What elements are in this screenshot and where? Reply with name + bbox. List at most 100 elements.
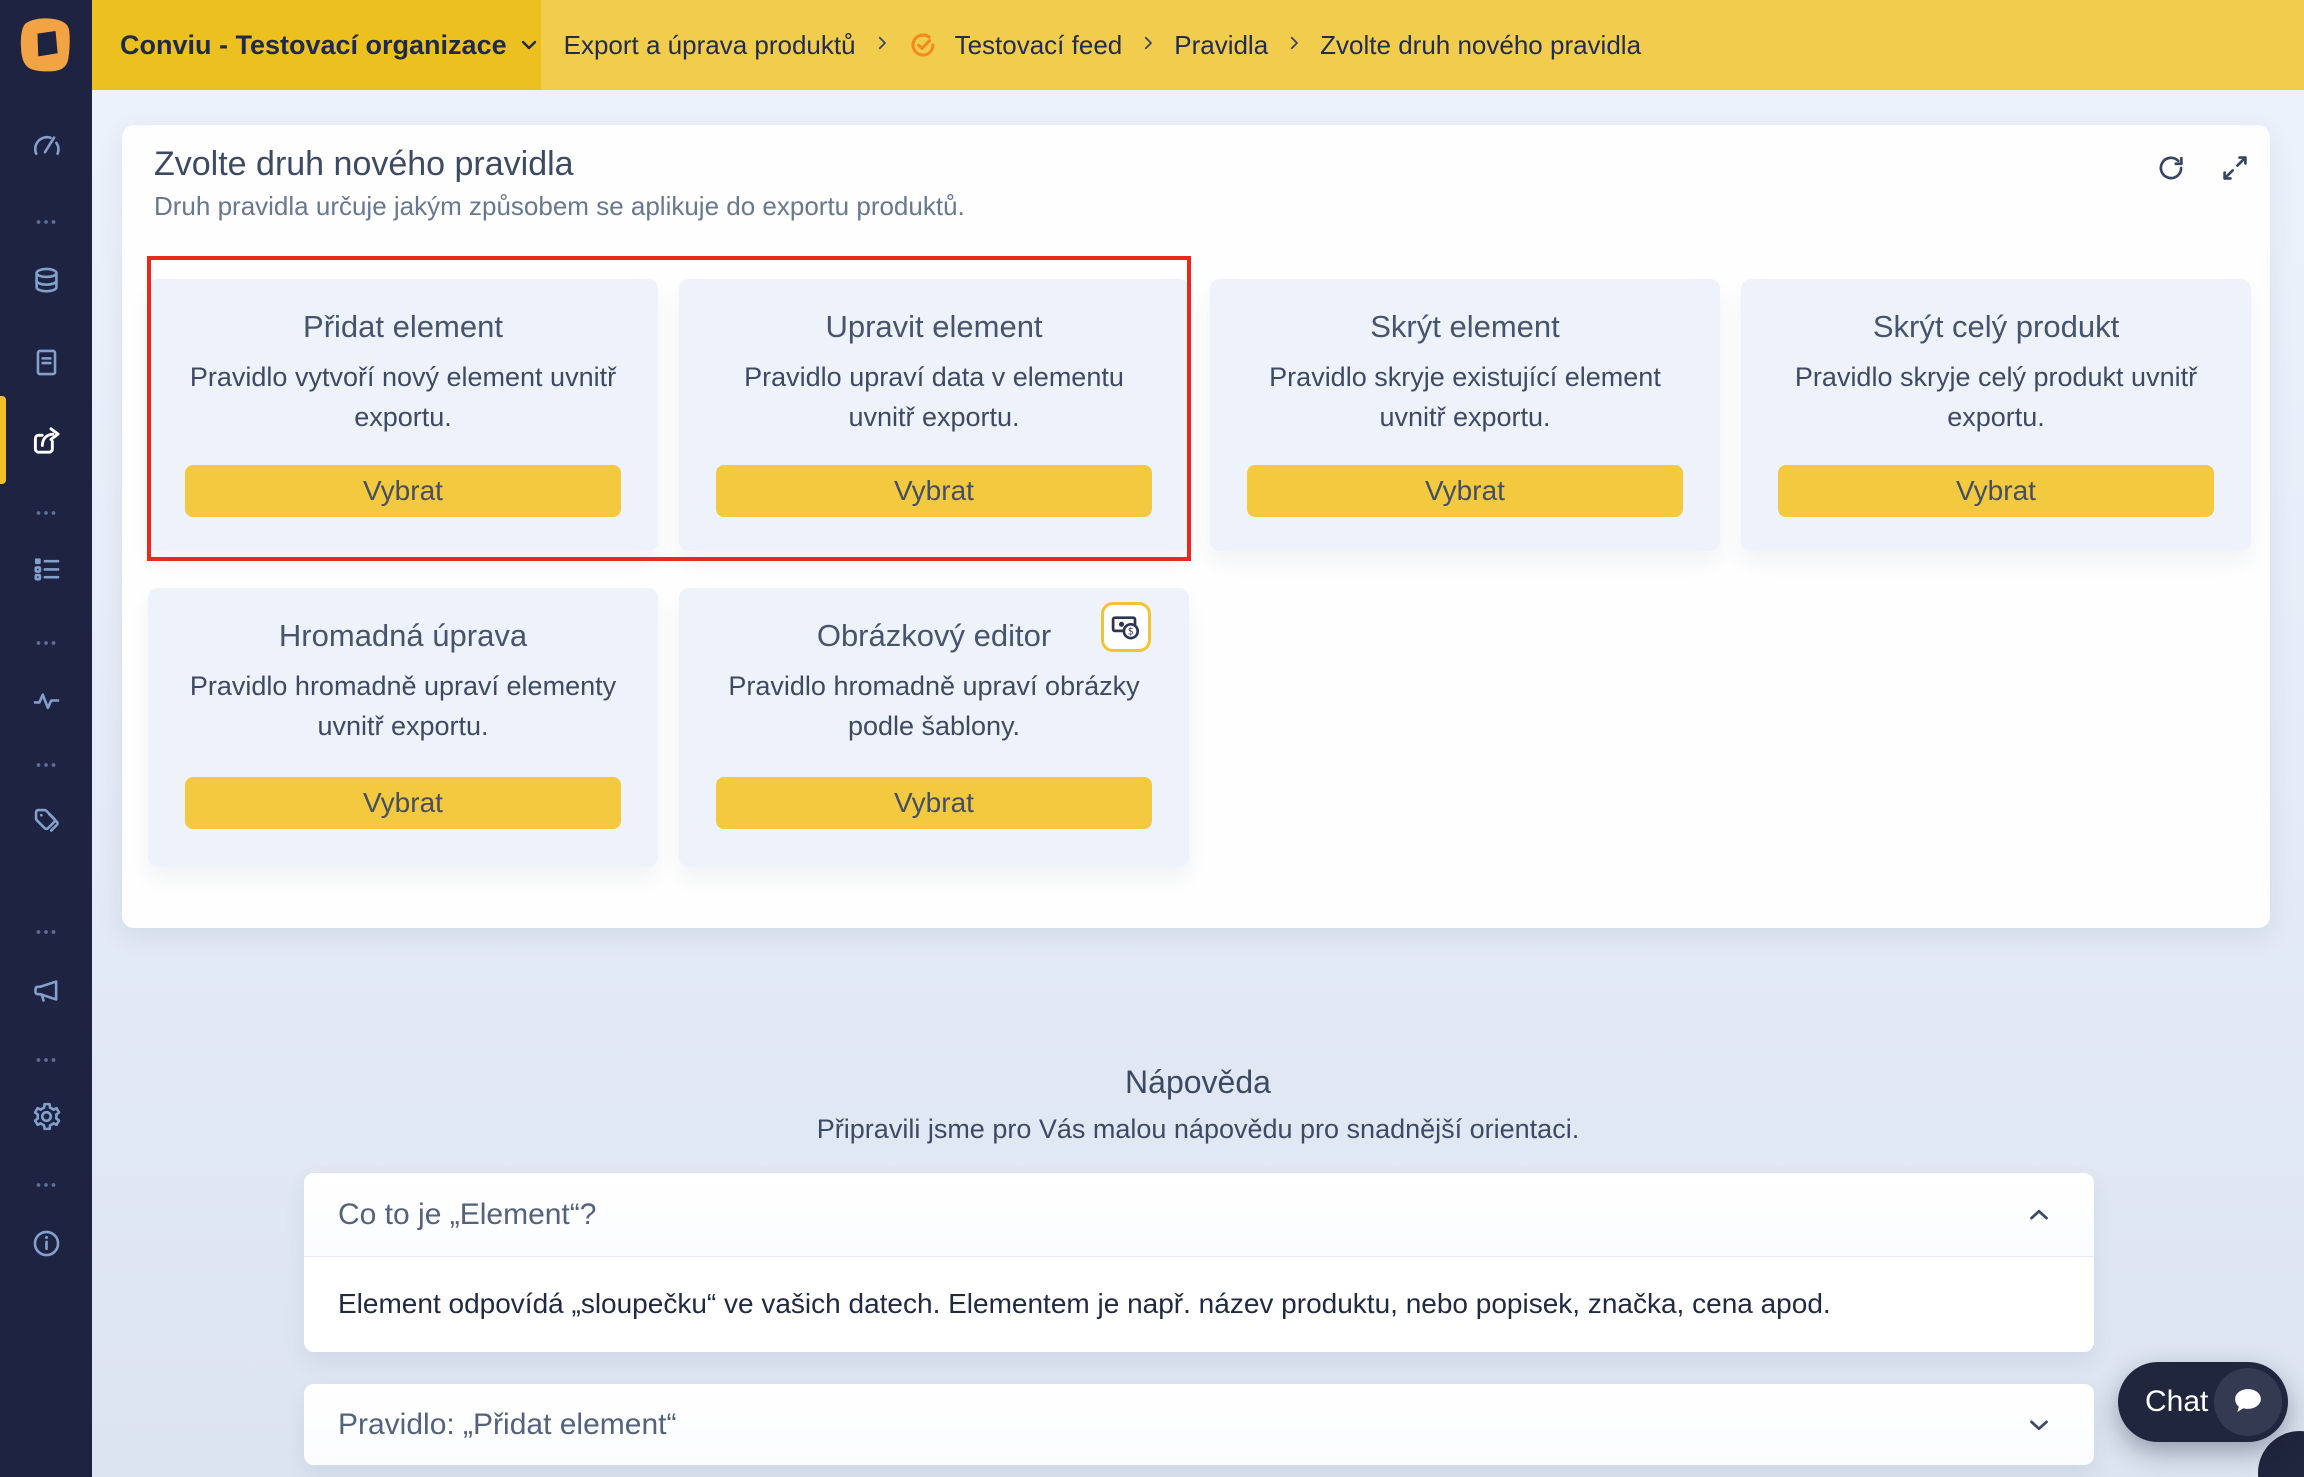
help-title: Nápověda bbox=[92, 1064, 2304, 1101]
page-subtitle: Druh pravidla určuje jakým způsobem se a… bbox=[154, 191, 965, 222]
top-header: Conviu - Testovací organizace Export a ú… bbox=[92, 0, 2304, 90]
money-icon: $ bbox=[1108, 609, 1144, 645]
sidebar-item-reports[interactable] bbox=[22, 338, 70, 386]
chat-bubble-circle bbox=[2214, 1368, 2282, 1436]
vybrat-button-pridat-element[interactable]: Vybrat bbox=[185, 465, 621, 517]
database-icon bbox=[30, 265, 63, 298]
ellipsis-icon bbox=[31, 1170, 61, 1200]
sidebar-active-indicator bbox=[0, 396, 6, 484]
app-root: Conviu - Testovací organizace Export a ú… bbox=[0, 0, 2304, 1477]
sidebar bbox=[0, 0, 92, 1477]
card-title: Obrázkový editor bbox=[817, 618, 1051, 654]
card-description: Pravidlo hromadně upraví obrázky podle š… bbox=[679, 666, 1189, 746]
accordion-rule-pridat-element: Pravidlo: „Přidat element“ bbox=[304, 1384, 2094, 1465]
share-export-icon bbox=[28, 422, 65, 459]
page-title: Zvolte druh nového pravidla bbox=[154, 145, 574, 184]
gauge-icon bbox=[30, 131, 63, 164]
sidebar-group-dots-4 bbox=[22, 741, 70, 789]
sidebar-item-settings[interactable] bbox=[22, 1092, 70, 1140]
sidebar-item-info[interactable] bbox=[22, 1219, 70, 1267]
card-obrazkovy-editor: $ Obrázkový editor Pravidlo hromadně upr… bbox=[679, 588, 1189, 867]
sidebar-group-dots-3 bbox=[22, 619, 70, 667]
rule-type-panel: Zvolte druh nového pravidla Druh pravidl… bbox=[122, 125, 2270, 928]
conviu-logo-icon bbox=[15, 13, 77, 77]
ellipsis-icon bbox=[31, 207, 61, 237]
breadcrumb-item-current: Zvolte druh nového pravidla bbox=[1320, 30, 1641, 61]
breadcrumb-item-export[interactable]: Export a úprava produktů bbox=[564, 30, 856, 61]
conviu-logo[interactable] bbox=[0, 0, 92, 90]
sidebar-item-export[interactable] bbox=[22, 416, 70, 464]
breadcrumb-chevron-icon bbox=[873, 34, 891, 57]
svg-text:$: $ bbox=[1128, 626, 1134, 637]
sidebar-item-announcements[interactable] bbox=[22, 966, 70, 1014]
paid-feature-badge: $ bbox=[1101, 602, 1151, 652]
card-title: Skrýt celý produkt bbox=[1873, 309, 2119, 345]
ellipsis-icon bbox=[31, 750, 61, 780]
vybrat-button-skryt-element[interactable]: Vybrat bbox=[1247, 465, 1683, 517]
card-upravit-element: Upravit element Pravidlo upraví data v e… bbox=[679, 279, 1189, 551]
sidebar-item-dashboard[interactable] bbox=[22, 123, 70, 171]
expand-button[interactable] bbox=[2216, 149, 2254, 187]
card-skryt-element: Skrýt element Pravidlo skryje existující… bbox=[1210, 279, 1720, 551]
card-description: Pravidlo skryje celý produkt uvnitř expo… bbox=[1741, 357, 2251, 437]
sidebar-item-rules[interactable] bbox=[22, 544, 70, 592]
card-description: Pravidlo skryje existující element uvnit… bbox=[1210, 357, 1720, 437]
expand-icon bbox=[2219, 152, 2251, 184]
vybrat-button-upravit-element[interactable]: Vybrat bbox=[716, 465, 1152, 517]
sidebar-item-data[interactable] bbox=[22, 257, 70, 305]
card-description: Pravidlo hromadně upraví elementy uvnitř… bbox=[148, 666, 658, 746]
accordion-label: Co to je „Element“? bbox=[338, 1198, 2024, 1232]
accordion-content: Element odpovídá „sloupečku“ ve vašich d… bbox=[304, 1257, 2094, 1351]
refresh-icon bbox=[2155, 152, 2187, 184]
info-icon bbox=[30, 1227, 63, 1260]
sidebar-group-dots-2 bbox=[22, 489, 70, 537]
card-description: Pravidlo upraví data v elementu uvnitř e… bbox=[679, 357, 1189, 437]
tags-icon bbox=[30, 804, 63, 837]
ellipsis-icon bbox=[31, 1045, 61, 1075]
card-title: Skrýt element bbox=[1370, 309, 1560, 345]
card-hromadna-uprava: Hromadná úprava Pravidlo hromadně upraví… bbox=[148, 588, 658, 867]
help-subtitle: Připravili jsme pro Vás malou nápovědu p… bbox=[92, 1114, 2304, 1145]
checklist-icon bbox=[30, 552, 63, 585]
sidebar-group-dots-7 bbox=[22, 1161, 70, 1209]
panel-actions bbox=[2152, 149, 2254, 187]
accordion-header-what-is-element[interactable]: Co to je „Element“? bbox=[304, 1173, 2094, 1257]
breadcrumb-chevron-icon bbox=[1285, 34, 1303, 57]
sidebar-group-dots-5 bbox=[22, 908, 70, 956]
vybrat-button-skryt-cely-produkt[interactable]: Vybrat bbox=[1778, 465, 2214, 517]
vybrat-button-obrazkovy-editor[interactable]: Vybrat bbox=[716, 777, 1152, 829]
rule-cards-row-2: Hromadná úprava Pravidlo hromadně upraví… bbox=[148, 588, 1189, 867]
sidebar-group-dots-6 bbox=[22, 1036, 70, 1084]
card-skryt-cely-produkt: Skrýt celý produkt Pravidlo skryje celý … bbox=[1741, 279, 2251, 551]
organization-selector[interactable]: Conviu - Testovací organizace bbox=[92, 0, 541, 90]
accordion-what-is-element: Co to je „Element“? Element odpovídá „sl… bbox=[304, 1173, 2094, 1352]
card-description: Pravidlo vytvoří nový element uvnitř exp… bbox=[148, 357, 658, 437]
card-title: Hromadná úprava bbox=[279, 618, 527, 654]
accordion-header-rule-pridat-element[interactable]: Pravidlo: „Přidat element“ bbox=[304, 1384, 2094, 1465]
breadcrumb-item-rules[interactable]: Pravidla bbox=[1174, 30, 1268, 61]
rule-cards-row-1: Přidat element Pravidlo vytvoří nový ele… bbox=[148, 279, 2251, 551]
chat-launcher[interactable]: Chat bbox=[2118, 1362, 2288, 1442]
chat-bubble-icon bbox=[2228, 1382, 2268, 1422]
gear-icon bbox=[30, 1100, 63, 1133]
card-title: Přidat element bbox=[303, 309, 503, 345]
breadcrumb-item-feed[interactable]: Testovací feed bbox=[955, 30, 1123, 61]
vybrat-button-hromadna-uprava[interactable]: Vybrat bbox=[185, 777, 621, 829]
ellipsis-icon bbox=[31, 628, 61, 658]
feed-check-icon bbox=[908, 30, 938, 60]
chevron-down-icon bbox=[517, 33, 541, 57]
refresh-button[interactable] bbox=[2152, 149, 2190, 187]
breadcrumb: Export a úprava produktů Testovací feed … bbox=[541, 0, 2304, 90]
organization-name: Conviu - Testovací organizace bbox=[120, 30, 507, 61]
sidebar-group-dots-1 bbox=[22, 198, 70, 246]
pulse-icon bbox=[30, 684, 63, 717]
ellipsis-icon bbox=[31, 498, 61, 528]
chevron-up-icon bbox=[2024, 1200, 2054, 1230]
chat-label: Chat bbox=[2145, 1385, 2208, 1419]
document-icon bbox=[30, 346, 63, 379]
accordion-label: Pravidlo: „Přidat element“ bbox=[338, 1408, 2024, 1442]
megaphone-icon bbox=[30, 974, 63, 1007]
card-pridat-element: Přidat element Pravidlo vytvoří nový ele… bbox=[148, 279, 658, 551]
sidebar-item-tags[interactable] bbox=[22, 796, 70, 844]
sidebar-item-monitoring[interactable] bbox=[22, 676, 70, 724]
